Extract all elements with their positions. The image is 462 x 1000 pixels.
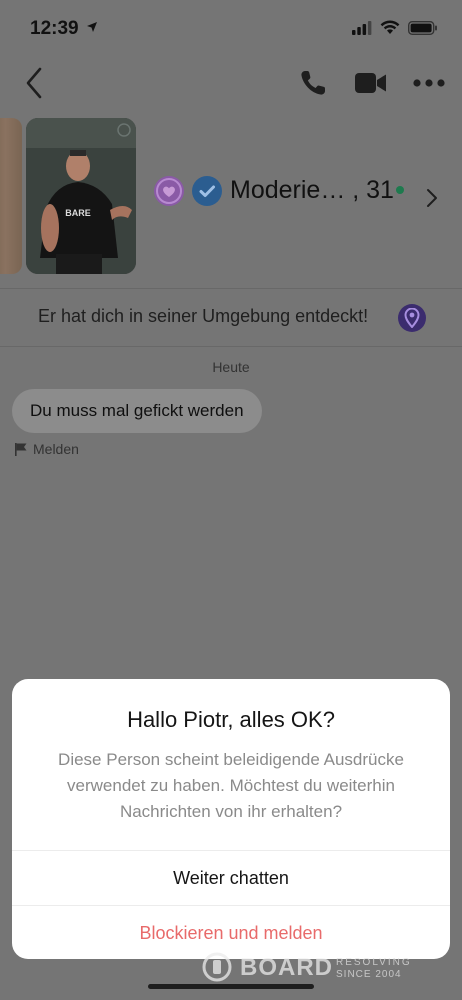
battery-icon bbox=[408, 20, 437, 35]
home-indicator[interactable] bbox=[148, 984, 314, 989]
divider bbox=[0, 346, 462, 347]
previous-profile-photo[interactable] bbox=[0, 118, 22, 274]
profile-photo[interactable]: BARE bbox=[26, 118, 136, 274]
date-separator: Heute bbox=[212, 359, 250, 375]
video-camera-icon[interactable] bbox=[354, 70, 388, 96]
signal-icon bbox=[352, 20, 372, 35]
status-icons bbox=[352, 20, 438, 35]
shirt-print-text: BARE bbox=[65, 208, 91, 218]
safety-check-dialog: Hallo Piotr, alles OK? Diese Person sche… bbox=[12, 679, 450, 959]
watermark-brand: BOARD bbox=[240, 954, 333, 981]
flag-icon bbox=[15, 442, 27, 456]
discover-banner: Er hat dich in seiner Umgebung entdeckt! bbox=[0, 300, 462, 336]
more-icon[interactable] bbox=[412, 70, 446, 96]
status-time: 12:39 bbox=[30, 18, 98, 40]
verified-check-icon bbox=[192, 176, 222, 206]
status-time-text: 12:39 bbox=[30, 18, 79, 39]
online-status-dot bbox=[396, 186, 404, 194]
dialog-title: Hallo Piotr, alles OK? bbox=[127, 707, 335, 732]
dialog-body-line: Nachrichten von ihr erhalten? bbox=[119, 802, 343, 821]
continue-chatting-button[interactable]: Weiter chatten bbox=[12, 851, 450, 905]
wifi-icon bbox=[380, 20, 400, 34]
chevron-right-icon[interactable] bbox=[424, 186, 440, 210]
chat-header-nav bbox=[0, 58, 462, 110]
phone-icon[interactable] bbox=[298, 68, 328, 98]
message-text: Du muss mal gefickt werden bbox=[30, 401, 244, 420]
profile-header[interactable]: BARE Moderie… , 31 bbox=[0, 118, 462, 274]
divider bbox=[0, 288, 462, 289]
report-link[interactable]: Melden bbox=[14, 441, 79, 457]
status-bar: 12:39 bbox=[0, 0, 462, 58]
watermark-logo-icon bbox=[202, 952, 232, 982]
watermark-line1: RESOLVING bbox=[336, 957, 412, 968]
back-chevron-icon[interactable] bbox=[22, 66, 48, 100]
incoming-message-bubble[interactable]: Du muss mal gefickt werden bbox=[12, 389, 262, 433]
report-label: Melden bbox=[33, 441, 79, 457]
location-arrow-icon bbox=[86, 22, 97, 32]
dialog-body-line: Diese Person scheint beleidigende Ausdrü… bbox=[58, 750, 404, 769]
location-pin-icon bbox=[398, 304, 426, 332]
heart-badge-icon bbox=[154, 176, 184, 206]
profile-name-age[interactable]: Moderie… , 31 bbox=[230, 176, 394, 205]
dialog-body-line: verwendet zu haben. Möchtest du weiterhi… bbox=[67, 776, 395, 795]
discover-banner-text: Er hat dich in seiner Umgebung entdeckt! bbox=[38, 306, 369, 326]
profile-badges bbox=[154, 176, 222, 206]
dialog-body: Diese Person scheint beleidigende Ausdrü… bbox=[28, 747, 434, 825]
watermark-line2: SINCE 2004 bbox=[336, 969, 402, 980]
watermark: BOARD RESOLVING SINCE 2004 bbox=[198, 950, 418, 984]
